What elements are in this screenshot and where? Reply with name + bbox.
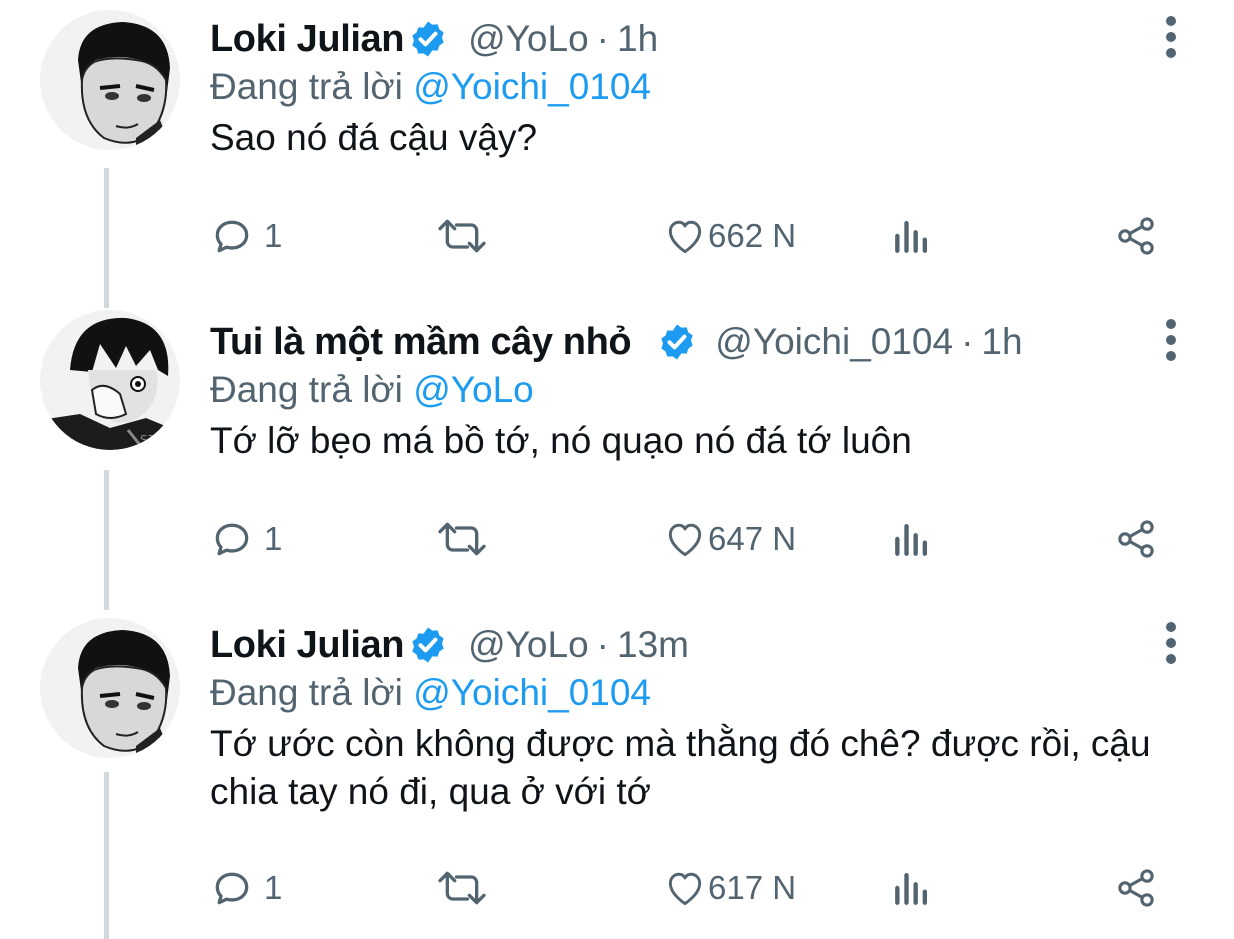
views-button[interactable] [890,862,934,914]
reply-count: 1 [264,217,283,254]
like-count: 617 N [708,869,797,906]
verified-badge-icon [412,627,444,663]
separator-dot: · [596,18,609,59]
reply-button[interactable]: 1 [210,210,282,262]
reply-mention-link[interactable]: @Yoichi_0104 [413,672,651,713]
like-button[interactable]: 617 N [662,862,796,914]
views-icon [895,523,928,556]
like-icon [668,220,702,254]
reply-count: 1 [264,869,283,906]
reply-icon [215,872,249,905]
timestamp[interactable]: 1h [981,321,1022,363]
reply-icon [215,220,249,253]
avatar-loki-icon [40,10,180,150]
tweet-text: Sao nó đá cậu vậy? [210,117,538,158]
avatar[interactable] [40,10,180,150]
tweet-text: Tớ lỡ bẹo má bồ tớ, nó quạo nó đá tớ luô… [210,420,912,461]
tweet-header: Tui là một mầm cây nhỏ @Yoichi_0104 · 1h [210,317,1194,367]
separator-dot: · [961,321,974,362]
retweet-icon [438,522,486,556]
more-options-button[interactable] [1164,16,1178,60]
reply-button[interactable]: 1 [210,862,282,914]
reply-mention-link[interactable]: @YoLo [413,369,534,410]
verified-badge-icon [661,324,693,360]
tweet[interactable]: S7A Tui là một mầm cây nhỏ @Yoichi_0104 … [0,305,1234,605]
handle[interactable]: @Yoichi_0104 [715,321,953,363]
tweet[interactable]: Loki Julian @YoLo · 1h Đang trả lời @Yoi… [0,0,1234,300]
action-bar: 1 647 N [210,513,1174,565]
timestamp[interactable]: 1h [617,18,658,60]
display-name[interactable]: Tui là một mầm cây nhỏ [210,321,632,364]
reply-context: Đang trả lời @Yoichi_0104 [210,64,1194,110]
like-icon [668,523,702,557]
like-count: 647 N [708,520,797,557]
more-icon [1166,16,1176,26]
avatar[interactable]: S7A [40,310,180,450]
tweet-header: Loki Julian @YoLo · 1h [210,14,1194,64]
svg-text:S7A: S7A [140,433,164,447]
more-options-button[interactable] [1164,319,1178,363]
tweet[interactable]: Loki Julian @YoLo · 13m Đang trả lời @Yo… [0,610,1234,939]
share-icon [1118,217,1154,255]
more-icon [1166,622,1176,632]
views-button[interactable] [890,513,934,565]
share-button[interactable] [1112,862,1160,914]
avatar[interactable] [40,618,180,758]
views-icon [895,220,928,253]
separator-dot: · [596,624,609,665]
action-bar: 1 662 N [210,210,1174,262]
avatar-loki-icon [40,618,180,758]
reply-icon [215,523,249,556]
like-button[interactable]: 662 N [662,210,796,262]
retweet-icon [438,219,486,253]
retweet-button[interactable] [434,210,490,262]
views-button[interactable] [890,210,934,262]
reply-context: Đang trả lời @Yoichi_0104 [210,670,1194,716]
reply-mention-link[interactable]: @Yoichi_0104 [413,66,651,107]
share-icon [1118,869,1154,907]
handle[interactable]: @YoLo [468,18,589,60]
verified-badge-icon [412,21,444,57]
reply-context: Đang trả lời @YoLo [210,367,1194,413]
display-name[interactable]: Loki Julian [210,624,404,667]
retweet-button[interactable] [434,862,490,914]
more-options-button[interactable] [1164,622,1178,666]
reply-prefix: Đang trả lời [210,369,403,410]
handle[interactable]: @YoLo [468,624,589,666]
retweet-button[interactable] [434,513,490,565]
display-name[interactable]: Loki Julian [210,18,404,61]
reply-count: 1 [264,520,283,557]
avatar-yoichi-icon: S7A [40,310,180,450]
tweet-header: Loki Julian @YoLo · 13m [210,620,1194,670]
tweet-text: Tớ ước còn không được mà thằng đó chê? đ… [210,723,1151,812]
more-icon [1166,319,1176,329]
reply-prefix: Đang trả lời [210,672,403,713]
share-icon [1118,520,1154,558]
views-icon [895,872,928,905]
share-button[interactable] [1112,513,1160,565]
like-count: 662 N [708,217,797,254]
timestamp[interactable]: 13m [617,624,689,666]
action-bar: 1 617 N [210,862,1174,914]
reply-prefix: Đang trả lời [210,66,403,107]
share-button[interactable] [1112,210,1160,262]
reply-button[interactable]: 1 [210,513,282,565]
like-button[interactable]: 647 N [662,513,796,565]
like-icon [668,872,702,906]
retweet-icon [438,871,486,905]
